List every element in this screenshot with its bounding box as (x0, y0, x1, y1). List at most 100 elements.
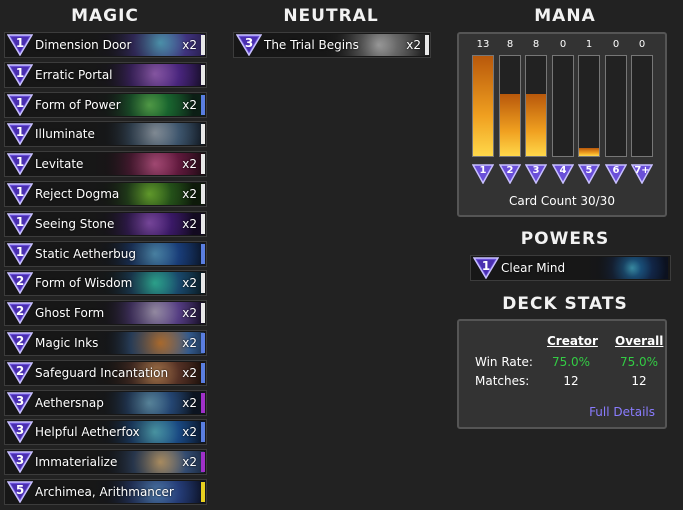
rarity-bar (201, 243, 205, 264)
rarity-bar (425, 35, 429, 55)
mana-cost-gem-icon: 1 (7, 153, 33, 176)
mana-cost-gem-icon: 5 (577, 164, 601, 185)
rarity-bar (201, 333, 205, 353)
mana-count-label: 0 (638, 39, 646, 50)
card-copies: x2 (182, 365, 197, 380)
mana-bar (473, 56, 493, 156)
matches-label: Matches: (475, 374, 530, 388)
mana-bar-slot (525, 55, 547, 157)
card-copies: x2 (182, 97, 197, 112)
mana-cost-gem-icon: 5 (7, 481, 33, 503)
mana-count-label: 1 (585, 39, 593, 50)
mana-curve-panel: 13 1 8 2 8 3 0 4 1 5 0 6 0 7+ Card Count 30/30 (457, 32, 667, 217)
magic-card-row[interactable]: 1 Seeing Stone x2 (4, 210, 207, 237)
card-copies: x2 (406, 38, 421, 52)
magic-card-row[interactable]: 2 Ghost Form x2 (4, 300, 207, 327)
card-name: Static Aetherbug (35, 246, 136, 261)
card-copies: x2 (182, 157, 197, 172)
card-cost: 1 (15, 185, 25, 199)
rarity-bar (201, 273, 205, 294)
card-cost: 3 (15, 453, 25, 468)
magic-card-row[interactable]: 1 Erratic Portal (4, 61, 207, 88)
mana-bar-slot (578, 55, 600, 157)
mana-bar-slot (605, 55, 627, 157)
card-cost: 3 (15, 393, 25, 408)
mana-bar (579, 148, 599, 156)
card-copies: x2 (182, 306, 197, 321)
mana-curve-chart: 13 1 8 2 8 3 0 4 1 5 0 6 0 7+ (457, 0, 667, 185)
mana-count-label: 8 (506, 39, 514, 50)
magic-card-row[interactable]: 2 Magic Inks x2 (4, 330, 207, 356)
overall-win-rate: 75.0% (619, 355, 659, 369)
win-rate-label: Win Rate: (475, 355, 533, 369)
full-details-link[interactable]: Full Details (589, 405, 655, 419)
card-cost: 5 (15, 483, 25, 497)
card-cost: 2 (15, 363, 25, 378)
mana-cost-label: 2 (506, 165, 514, 176)
rarity-bar (201, 482, 205, 502)
neutral-card-row[interactable]: 3 The Trial Begins x2 (233, 32, 431, 58)
magic-card-row[interactable]: 1 Form of Power x2 (4, 91, 207, 118)
card-copies: x2 (182, 455, 197, 470)
rarity-bar (201, 452, 205, 473)
power-card[interactable]: 1 Clear Mind (470, 255, 671, 281)
card-name: Aethersnap (35, 395, 104, 410)
mana-cost-gem-icon: 2 (7, 362, 33, 384)
rarity-bar (201, 124, 205, 145)
magic-card-row[interactable]: 5 Archimea, Arithmancer (4, 479, 207, 505)
mana-count-label: 8 (532, 39, 540, 50)
card-copies: x2 (182, 216, 197, 231)
mana-cost-gem-icon: 1 (7, 213, 33, 235)
card-name: Illuminate (35, 127, 95, 142)
card-cost: 1 (15, 36, 25, 50)
card-name: Dimension Door (35, 38, 132, 52)
mana-cost-gem-icon: 2 (7, 302, 33, 325)
mana-cost-gem-icon: 4 (551, 164, 575, 185)
rarity-bar (201, 213, 205, 234)
mana-cost-gem-icon: 3 (7, 421, 33, 444)
mana-cost-gem-icon: 1 (7, 64, 33, 86)
magic-card-row[interactable]: 3 Immaterialize x2 (4, 449, 207, 476)
mana-bar-slot (472, 55, 494, 157)
overall-column-header: Overall (615, 334, 664, 348)
mana-cost-gem-icon: 2 (7, 272, 33, 295)
mana-cost-gem-icon: 1 (7, 123, 33, 146)
mana-bar (500, 94, 520, 156)
magic-card-row[interactable]: 1 Static Aetherbug (4, 240, 207, 267)
mana-count-label: 0 (559, 39, 567, 50)
card-cost: 1 (15, 244, 25, 259)
deck-stats-panel: Creator Overall Win Rate: 75.0% 75.0% Ma… (457, 319, 667, 429)
rarity-bar (201, 94, 205, 115)
magic-card-row[interactable]: 1 Levitate x2 (4, 151, 207, 178)
rarity-bar (201, 154, 205, 175)
magic-card-row[interactable]: 2 Form of Wisdom x2 (4, 270, 207, 297)
mana-bar (526, 94, 546, 156)
magic-card-row[interactable]: 1 Reject Dogma x2 (4, 181, 207, 207)
neutral-column-title: NEUTRAL (283, 6, 379, 26)
card-copies: x2 (182, 276, 197, 291)
card-cost: 2 (15, 304, 25, 319)
power-card-art (588, 257, 668, 279)
card-copies: x2 (182, 395, 197, 410)
mana-cost-label: 6 (612, 165, 620, 176)
magic-card-row[interactable]: 3 Aethersnap x2 (4, 389, 207, 416)
powers-title: POWERS (520, 229, 610, 249)
card-cost: 1 (15, 65, 25, 80)
mana-bar-slot (552, 55, 574, 157)
mana-count-label: 13 (476, 39, 490, 50)
mana-cost-gem-icon: 3 (524, 164, 548, 185)
card-copies: x2 (182, 187, 197, 201)
mana-cost-label: 5 (585, 165, 593, 176)
mana-cost-gem-icon: 1 (7, 242, 33, 265)
card-name: Helpful Aetherfox (35, 425, 140, 440)
mana-cost-gem-icon: 1 (7, 183, 33, 205)
magic-card-row[interactable]: 1 Dimension Door x2 (4, 32, 207, 58)
rarity-bar (201, 184, 205, 204)
magic-column-title: MAGIC (71, 6, 139, 26)
card-name: Levitate (35, 157, 84, 172)
mana-count-label: 0 (612, 39, 620, 50)
magic-card-row[interactable]: 1 Illuminate (4, 121, 207, 148)
card-cost: 1 (15, 214, 25, 229)
magic-card-row[interactable]: 2 Safeguard Incantation x2 (4, 359, 207, 386)
magic-card-row[interactable]: 3 Helpful Aetherfox x2 (4, 419, 207, 446)
